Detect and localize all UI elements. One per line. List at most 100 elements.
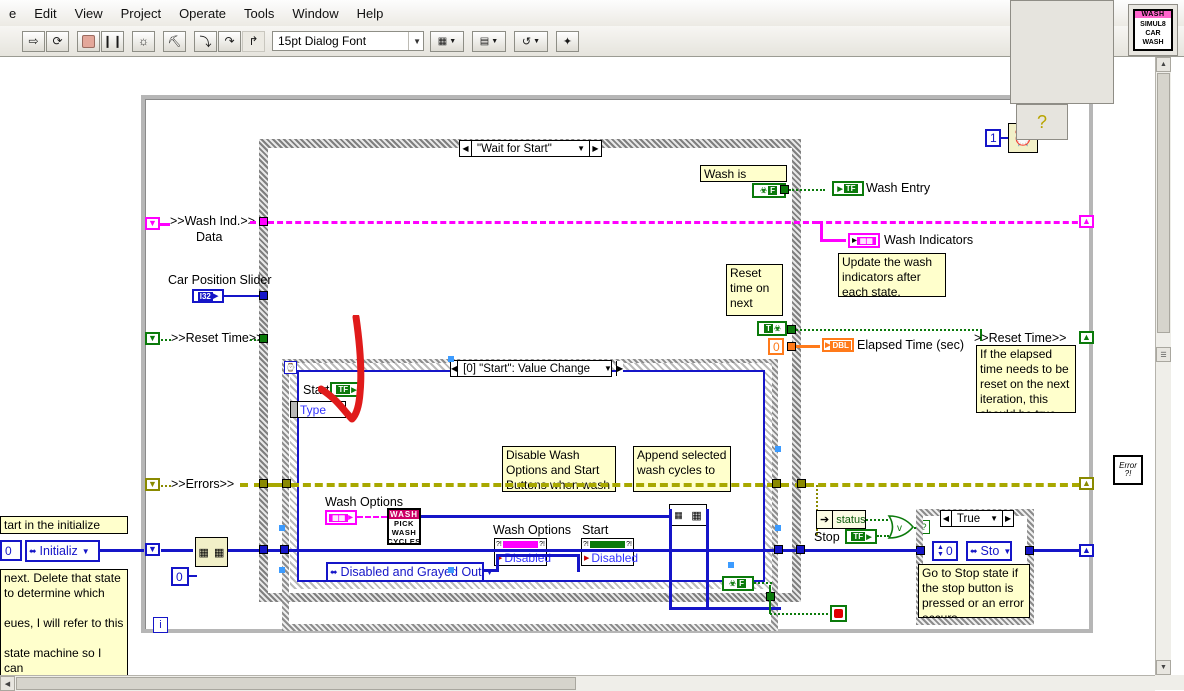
chevron-down-icon[interactable]: ▼ — [990, 514, 1002, 523]
selection-handle-left-2[interactable] — [279, 567, 285, 573]
scroll-up-button[interactable]: ▲ — [1156, 57, 1171, 72]
menu-item-tools[interactable]: Tools — [235, 4, 283, 23]
simple-error-handler-vi[interactable]: Error ?! — [1113, 455, 1143, 485]
menu-item-view[interactable]: View — [66, 4, 112, 23]
true-case-selector[interactable]: ◀ True ▼ ▶ — [940, 510, 1014, 527]
shift-register-state-left[interactable]: ▼ — [145, 543, 160, 556]
step-out-button[interactable]: ↱ — [242, 30, 265, 52]
chevron-down-icon[interactable]: ▼ — [604, 364, 616, 373]
chevron-down-icon[interactable]: ▼ — [82, 547, 90, 556]
case-next-arrow-icon[interactable]: ▶ — [589, 141, 601, 156]
horizontal-scroll-thumb[interactable] — [16, 677, 576, 690]
pick-wash-cycles-subvi[interactable]: WASH PICK WASH CYCLES — [387, 508, 421, 546]
block-diagram-canvas[interactable]: ◀ "Wait for Start" ▼ ▶ Wash is vacant. ☣… — [0, 57, 1184, 690]
cleanup-diagram-button[interactable]: ✦ — [556, 30, 579, 52]
start-property-node[interactable]: ?! ?! ▶ Disabled — [581, 538, 638, 566]
highlight-execution-button[interactable]: ☼ — [132, 30, 155, 52]
iteration-label: i — [159, 619, 162, 631]
run-button[interactable]: ⇨ — [22, 30, 45, 52]
shift-register-errors-left[interactable]: ▼ — [145, 478, 160, 491]
menu-item-operate[interactable]: Operate — [170, 4, 235, 23]
abort-execution-button[interactable] — [77, 30, 100, 52]
menu-item-help[interactable]: Help — [348, 4, 393, 23]
selection-handle-right-2[interactable] — [775, 525, 781, 531]
selection-handle-bottom-right[interactable] — [728, 562, 734, 568]
wash-options-terminal[interactable]: ▦▦ ▶ — [325, 510, 357, 525]
vertical-scroll-thumb[interactable] — [1157, 73, 1170, 333]
stop-state-enum[interactable]: ⬌ Sto ▼ — [966, 541, 1012, 561]
case-next-arrow-icon[interactable]: ▶ — [1002, 511, 1013, 526]
wire-car-position — [224, 295, 260, 297]
font-selector[interactable]: 15pt Dialog Font ▼ — [272, 31, 424, 51]
selection-handle-bottom[interactable] — [448, 567, 454, 573]
build-array-node[interactable]: ▦ ▦ — [669, 504, 707, 526]
wash-options-property-node[interactable]: ?! ?! ▶ Disabled — [494, 538, 551, 566]
align-objects-button[interactable]: ▦ ▼ — [430, 30, 464, 52]
queue-zero-constant[interactable]: 0 — [171, 567, 189, 586]
wash-entry-indicator-terminal[interactable]: ▶ TF — [832, 181, 864, 196]
chevron-down-icon[interactable]: ▼ — [577, 144, 589, 153]
tools-palette-window[interactable]: ⚒ ▬ ☝ ➤ A ⌘ ☰ ✋ ⬣ P ✒ ◰ — [1010, 0, 1114, 104]
case-selector-wait-for-start[interactable]: ◀ "Wait for Start" ▼ ▶ — [459, 140, 602, 157]
menu-item-project[interactable]: Project — [112, 4, 170, 23]
step-into-button[interactable]: ⤵ — [194, 30, 217, 52]
run-continuously-button[interactable]: ⟳ — [46, 30, 69, 52]
event-prev-arrow-icon[interactable]: ◀ — [451, 361, 459, 376]
step-over-button[interactable]: ↷ — [218, 30, 241, 52]
selection-handle-top[interactable] — [448, 356, 454, 362]
shift-register-wash-indicators-left[interactable]: ▼ — [145, 217, 160, 230]
retain-wire-values-button[interactable]: ⛏ — [163, 30, 186, 52]
reorder-button[interactable]: ↺ ▼ — [514, 30, 548, 52]
prop-node-row[interactable]: ▶ Disabled — [495, 550, 551, 566]
chevron-down-icon[interactable]: ▼ — [1003, 547, 1011, 556]
shift-register-state-right[interactable]: ▲ — [1079, 544, 1094, 557]
error-handler-glyph: Error ?! — [1119, 462, 1137, 478]
context-help-placeholder[interactable]: ? — [1016, 104, 1068, 140]
case-prev-arrow-icon[interactable]: ◀ — [941, 511, 952, 526]
case-prev-arrow-icon[interactable]: ◀ — [460, 141, 472, 156]
event-bottom-false-constant[interactable]: ☣ F — [722, 576, 754, 591]
wait-ms-constant[interactable]: 1 — [985, 129, 1001, 147]
reset-time-true-constant[interactable]: T ☣ — [757, 321, 787, 336]
wire-status-to-or — [866, 519, 888, 521]
scroll-down-button[interactable]: ▼ — [1156, 660, 1171, 675]
wash-indicators-terminal[interactable]: ▶ ▦▦ — [848, 233, 880, 248]
car-position-slider-terminal[interactable]: I32 ▶ — [192, 289, 224, 303]
stop-state-index-constant[interactable]: ▲ ▼ 0 — [932, 541, 958, 561]
shift-register-wash-indicators-right[interactable]: ▲ — [1079, 215, 1094, 228]
selection-handle-right[interactable] — [775, 446, 781, 452]
stop-terminal[interactable]: TF ▶ — [845, 529, 877, 544]
vi-icon-line-1: SIMUL8 — [1140, 21, 1166, 28]
scroll-center-button[interactable]: ☰ — [1156, 347, 1171, 362]
or-gate-node[interactable]: v — [886, 512, 916, 542]
subvi-line-3: CYCLES — [387, 537, 421, 546]
shift-register-reset-time-left[interactable]: ▼ — [145, 332, 160, 345]
menu-item-window[interactable]: Window — [283, 4, 347, 23]
initial-state-enum[interactable]: ⬌ Initializ ▼ — [25, 540, 100, 562]
distribute-objects-button[interactable]: ▤ ▼ — [472, 30, 506, 52]
horizontal-scrollbar[interactable]: ◀ — [0, 675, 1155, 691]
scroll-left-button[interactable]: ◀ — [0, 676, 15, 691]
event-type-node[interactable]: Type — [290, 401, 346, 418]
event-next-arrow-icon[interactable]: ▶ — [615, 361, 624, 376]
selection-handle-left[interactable] — [279, 525, 285, 531]
stop-loop-terminal[interactable] — [830, 605, 847, 622]
initial-state-index-constant[interactable]: 0 — [0, 540, 22, 561]
queue-array-node[interactable]: ▦ ▦ — [195, 537, 228, 567]
pause-button[interactable]: ❙❙ — [101, 30, 124, 52]
menu-item-file[interactable]: e — [0, 4, 25, 23]
shift-register-errors-right[interactable]: ▲ — [1079, 477, 1094, 490]
subvi-line-2: WASH — [391, 528, 417, 537]
prop-node-row[interactable]: ▶ Disabled — [582, 550, 638, 566]
start-event-terminal[interactable]: TF ▶ — [330, 382, 362, 397]
unbundle-status-node[interactable]: ➔ status — [816, 510, 866, 529]
vi-icon[interactable]: WASH SIMUL8 CAR WASH — [1133, 9, 1173, 51]
menu-item-edit[interactable]: Edit — [25, 4, 65, 23]
shift-register-reset-time-right[interactable]: ▲ — [1079, 331, 1094, 344]
elapsed-time-terminal[interactable]: ▶ DBL — [822, 338, 854, 352]
elapsed-time-zero-constant[interactable]: 0 — [768, 338, 784, 355]
disabled-grayed-out-enum[interactable]: ⬌ Disabled and Grayed Out ▼ — [326, 562, 494, 582]
context-help-window[interactable]: WASH SIMUL8 CAR WASH — [1128, 4, 1178, 56]
vertical-scrollbar[interactable]: ▲ ☰ ▼ — [1155, 57, 1171, 675]
event-case-selector[interactable]: ◀ [0] "Start": Value Change ▼ ▶ — [450, 360, 624, 377]
